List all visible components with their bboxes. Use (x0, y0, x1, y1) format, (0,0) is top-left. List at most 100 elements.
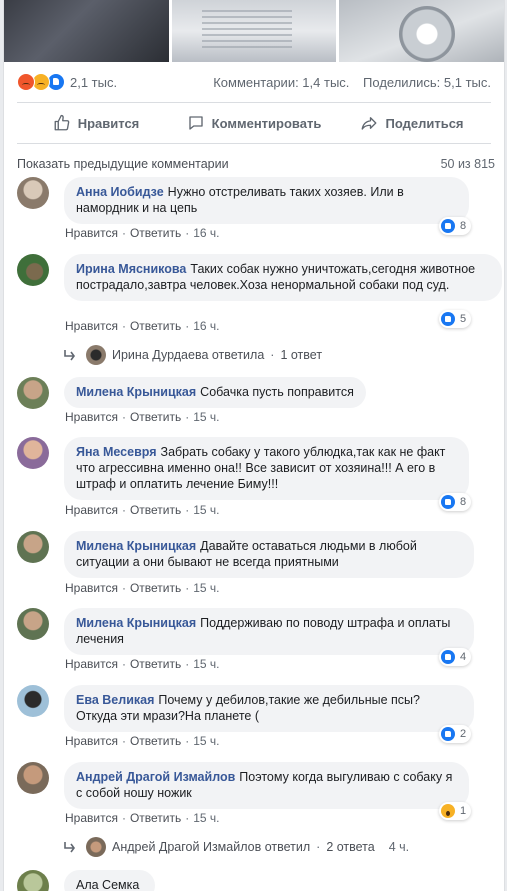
reply-count: 1 ответ (280, 348, 323, 362)
like-reaction-icon (441, 727, 455, 741)
comment-reply-link[interactable]: Ответить (130, 319, 181, 333)
comment-like-link[interactable]: Нравится (65, 226, 118, 240)
comment-author[interactable]: Милена Крыницкая (76, 385, 196, 399)
media-thumbnail[interactable] (4, 0, 169, 62)
comment-button-label: Комментировать (211, 115, 322, 131)
reply-avatar (86, 345, 106, 365)
media-thumbnail[interactable] (171, 0, 337, 62)
comment-bubble: Андрей Драгой Измайлов Поэтому когда выгу… (64, 762, 469, 809)
divider (17, 102, 491, 103)
comment-like-link[interactable]: Нравится (65, 503, 118, 517)
comment-reply-link[interactable]: Ответить (130, 657, 181, 671)
like-reaction-icon (441, 312, 455, 326)
post-card: 2,1 тыс. Комментарии: 1,4 тыс. Поделилис… (3, 0, 505, 891)
reactions-count[interactable]: 2,1 тыс. (70, 75, 117, 90)
comment-icon (188, 116, 203, 130)
comment-time[interactable]: 15 ч. (193, 734, 219, 748)
show-previous-comments-link[interactable]: Показать предыдущие комментарии (17, 157, 229, 171)
comment-meta: Нравится · Ответить · 15 ч. (65, 410, 220, 424)
comment-reaction-badge[interactable]: 5 (439, 310, 472, 328)
shares-count-link[interactable]: Поделились: 5,1 тыс. (363, 75, 491, 90)
comment-bubble: Милена Крыницкая Поддерживаю по поводу шт… (64, 608, 474, 655)
comment-author[interactable]: Ирина Мясникова (76, 262, 186, 276)
reply-author: Ирина Дурдаева ответила (112, 348, 265, 362)
reply-count: 2 ответа (326, 840, 375, 854)
comment-reaction-count: 2 (460, 728, 467, 740)
comment-reply-link[interactable]: Ответить (130, 811, 181, 825)
comments-shown-count: 50 из 815 (440, 157, 495, 171)
comment-reaction-badge[interactable]: 1 (439, 802, 472, 820)
comment-author[interactable]: Милена Крыницкая (76, 539, 196, 553)
like-reaction-icon (441, 650, 455, 664)
share-button[interactable]: Поделиться (333, 108, 491, 138)
comment-like-link[interactable]: Нравится (65, 581, 118, 595)
comment-like-link[interactable]: Нравится (65, 734, 118, 748)
comment-like-link[interactable]: Нравится (65, 811, 118, 825)
comment-author[interactable]: Милена Крыницкая (76, 616, 196, 630)
comment-reply-link[interactable]: Ответить (130, 503, 181, 517)
comment-reaction-count: 8 (460, 496, 467, 508)
comment-meta: Нравится · Ответить · 15 ч. (65, 734, 220, 748)
divider (17, 143, 491, 144)
comment-like-link[interactable]: Нравится (65, 319, 118, 333)
avatar[interactable] (17, 531, 49, 563)
comment-author[interactable]: Ева Великая (76, 693, 154, 707)
reply-arrow-icon (64, 842, 75, 853)
avatar[interactable] (17, 254, 49, 286)
comment-meta: Нравится · Ответить · 15 ч. (65, 581, 220, 595)
avatar[interactable] (17, 177, 49, 209)
comment-reply-link[interactable]: Ответить (130, 734, 181, 748)
view-replies-link[interactable]: Андрей Драгой Измайлов ответил · 2 ответ… (63, 837, 409, 857)
comment-bubble: Яна Месевря Забрать собаку у такого ублюд… (64, 437, 469, 500)
comments-count-link[interactable]: Комментарии: 1,4 тыс. (213, 75, 349, 90)
avatar[interactable] (17, 377, 49, 409)
avatar[interactable] (17, 437, 49, 469)
comment-bubble: Ирина Мясникова Таких собак нужно уничтож… (64, 254, 502, 301)
comment-reaction-badge[interactable]: 4 (439, 648, 472, 666)
comment-time[interactable]: 15 ч. (193, 503, 219, 517)
share-icon (362, 117, 377, 130)
comment-author[interactable]: Яна Месевря (76, 445, 157, 459)
comment-reply-link[interactable]: Ответить (130, 226, 181, 240)
comment-meta: Нравится · Ответить · 15 ч. (65, 503, 220, 517)
comment-time[interactable]: 16 ч. (193, 226, 219, 240)
comment-reaction-badge[interactable]: 8 (439, 493, 472, 511)
avatar[interactable] (17, 608, 49, 640)
comment-time[interactable]: 15 ч. (193, 657, 219, 671)
comment-time[interactable]: 15 ч. (193, 410, 219, 424)
media-strip (4, 0, 504, 62)
comment-bubble: Ала Семка (64, 870, 156, 891)
post-action-bar: Нравится Комментировать Поделиться (17, 108, 491, 138)
post-stats: Комментарии: 1,4 тыс. Поделились: 5,1 ты… (213, 75, 491, 90)
avatar[interactable] (17, 762, 49, 794)
comment-author[interactable]: Андрей Драгой Измайлов (76, 770, 235, 784)
comment-reaction-badge[interactable]: 2 (439, 725, 472, 743)
comment-time[interactable]: 15 ч. (193, 811, 219, 825)
share-button-label: Поделиться (385, 115, 464, 131)
comment-like-link[interactable]: Нравится (65, 657, 118, 671)
avatar[interactable] (17, 685, 49, 717)
comment-author[interactable]: Анна Иобидзе (76, 185, 164, 199)
reaction-summary: 2,1 тыс. Комментарии: 1,4 тыс. Поделилис… (17, 71, 491, 93)
comment-bubble: Милена Крыницкая Собачка пусть поправится (64, 377, 366, 408)
comment-button[interactable]: Комментировать (175, 108, 333, 138)
avatar[interactable] (17, 870, 49, 891)
comment-bubble: Ева Великая Почему у дебилов,такие же деб… (64, 685, 474, 732)
angry-reaction-icon[interactable] (17, 73, 35, 91)
comment-like-link[interactable]: Нравится (65, 410, 118, 424)
like-button[interactable]: Нравится (17, 108, 175, 138)
comment-author[interactable]: Ала Семка (76, 878, 139, 891)
wow-reaction-icon (441, 804, 455, 818)
comments-header: Показать предыдущие комментарии 50 из 81… (17, 157, 495, 171)
like-button-label: Нравится (77, 115, 140, 131)
comment-meta: Нравится · Ответить · 15 ч. (65, 811, 220, 825)
comment-reply-link[interactable]: Ответить (130, 581, 181, 595)
view-replies-link[interactable]: Ирина Дурдаева ответила · 1 ответ (63, 345, 322, 365)
comment-reaction-badge[interactable]: 8 (439, 217, 472, 235)
comment-time[interactable]: 16 ч. (193, 319, 219, 333)
media-thumbnail[interactable] (339, 0, 504, 62)
comment-reaction-count: 1 (460, 805, 467, 817)
comment-time[interactable]: 15 ч. (193, 581, 219, 595)
reply-arrow-icon (64, 350, 75, 361)
comment-reply-link[interactable]: Ответить (130, 410, 181, 424)
